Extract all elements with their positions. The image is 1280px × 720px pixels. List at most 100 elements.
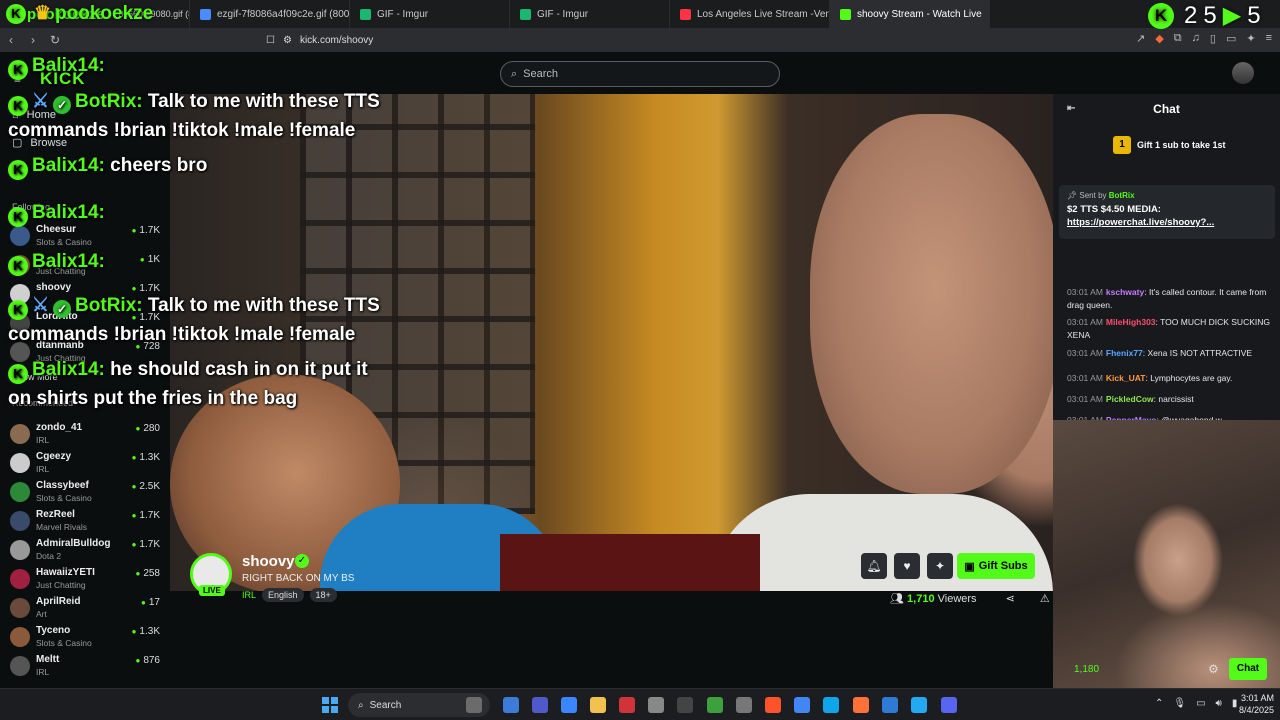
channel-category: Marvel Rivals [36,522,88,532]
media-icon[interactable]: ♫ [1192,32,1200,45]
browser-toolbar: ‹ › ↻ ☐ ⚙ kick.com/shoovy ↗ ◆ ⧉ ♫ ▯ ▭ ✦ … [0,28,1280,52]
sidebar-channel[interactable]: Classybeef Slots & Casino 2.5K [10,480,160,508]
channel-points[interactable]: 1,180 [1074,664,1099,675]
bookmark-icon[interactable]: ☐ [266,35,275,46]
browser-tab[interactable]: ezgif-7f8086a4f09c2e.gif (800×450) [190,0,350,28]
sidebar-channel[interactable]: shoovy 1.7K [10,282,160,310]
sidebar-channel[interactable]: Cheesur Slots & Casino 1.7K [10,224,160,252]
pinned-username[interactable]: BotRix [1109,191,1135,200]
sidebar-channel[interactable]: dtanmanb Just Chatting 728 [10,340,160,368]
streamer-face [810,114,1053,494]
brave-shield-icon[interactable]: ◆ [1155,32,1163,45]
store-icon[interactable] [619,697,635,713]
sidebar-item-home[interactable]: ⌂ Home [12,109,56,121]
teams-icon[interactable] [532,697,548,713]
terminal-icon[interactable] [677,697,693,713]
chevron-up-icon[interactable]: ⌃ [1155,698,1163,709]
chat-username[interactable]: PickledCow [1106,394,1154,404]
search-input[interactable]: ⌕ Search [500,61,780,87]
browser-tab[interactable]: GIF - Imgur [350,0,510,28]
volume-icon[interactable]: 🔊︎ [1216,698,1222,709]
mic-icon[interactable]: 🎙︎ [1173,698,1186,709]
site-info-icon[interactable]: ⚙ [283,35,292,46]
gift-leaderboard[interactable]: 1 Gift 1 sub to take 1st [1113,136,1226,154]
leo-icon[interactable]: ✦ [1246,32,1255,45]
tag-language[interactable]: English [262,588,304,602]
gift-subs-button[interactable]: ▣ Gift Subs [957,553,1035,579]
chat-username[interactable]: Fhenix77 [1106,348,1143,358]
widgets-icon[interactable] [466,697,482,713]
chat-username[interactable]: kschwaty [1106,287,1144,297]
discord-icon[interactable] [941,697,957,713]
sidebar-channel[interactable]: Meltt IRL 876 [10,654,160,682]
hamburger-icon[interactable]: ≡ [14,72,21,86]
collapse-chat-icon[interactable]: ⇤ [1067,103,1075,114]
category-link[interactable]: IRL [242,588,256,602]
discord-alt-icon[interactable] [736,697,752,713]
share-icon[interactable]: ⋖ [1006,593,1015,605]
settings-app-icon[interactable] [503,697,519,713]
chat-settings-icon[interactable]: ⚙ [1208,662,1219,676]
clock[interactable]: 3:01 AM 8/4/2025 [1232,693,1274,716]
firefox-icon[interactable] [853,697,869,713]
sidebar-channel[interactable]: HawaiizYETI Just Chatting 258 [10,567,160,595]
menu-icon[interactable]: ≡ [1266,32,1272,45]
sidebar-item-browse[interactable]: ▢ Browse [12,136,67,150]
follow-heart-button[interactable]: ♥ [894,553,920,579]
channel-avatar [10,627,30,647]
forward-icon[interactable]: › [22,33,44,47]
windows-start-icon[interactable] [322,697,338,713]
share-icon[interactable]: ↗ [1136,32,1145,45]
edge-icon[interactable] [823,697,839,713]
notification-bell-button[interactable]: 🔔︎ [861,553,887,579]
sidebar-channel[interactable]: Just Chatting 1K [10,253,160,281]
sidebar-toggle-icon[interactable]: ▯ [1210,32,1216,45]
channel-name: dtanmanb [36,340,84,351]
channel-name: Tyceno [36,625,71,636]
clock-app-icon[interactable] [648,697,664,713]
maps-icon[interactable] [707,697,723,713]
sidebar-channel[interactable]: AdmiralBulldog Dota 2 1.7K [10,538,160,566]
sent-by-label: Sent by [1079,191,1107,200]
wifi-icon[interactable]: ▭ [1196,698,1205,709]
chat-timestamp: 03:01 AM [1067,394,1103,404]
viewers-icon: 👥︎ [890,593,904,605]
vscode-icon[interactable] [911,697,927,713]
video-player[interactable] [170,94,1053,591]
sidebar-channel[interactable]: Cgeezy IRL 1.3K [10,451,160,479]
reload-icon[interactable]: ↻ [44,33,66,47]
address-bar[interactable]: ☐ ⚙ kick.com/shoovy [266,35,373,46]
user-avatar[interactable] [1232,62,1254,84]
show-more-link[interactable]: Show More [12,372,58,382]
sidebar-channel[interactable]: zondo_41 IRL 280 [10,422,160,450]
game-icon[interactable] [882,697,898,713]
chrome-icon[interactable] [794,697,810,713]
browser-tab[interactable]: GIF - Imgur [510,0,670,28]
channel-category: IRL [36,435,50,445]
sidebar-channel[interactable]: RezReel Marvel Rivals 1.7K [10,509,160,537]
play-icon: ▶ [1222,2,1242,29]
tab-label: Los Angeles Live Stream -Venice [697,8,830,20]
pinned-link[interactable]: https://powerchat.live/shoovy?... [1067,217,1267,230]
clock-time: 3:01 AM [1240,693,1274,703]
chat-username[interactable]: Kick_UAT [1106,373,1146,383]
back-icon[interactable]: ‹ [0,33,22,47]
extensions-icon[interactable]: ⧉ [1174,32,1182,45]
channel-name[interactable]: shoovy [242,553,295,570]
live-badge: LIVE [199,585,225,596]
browser-tab[interactable]: Los Angeles Live Stream -Venice [670,0,830,28]
report-icon[interactable]: ⚠ [1040,593,1050,605]
chat-send-button[interactable]: Chat [1229,658,1267,680]
sidebar-channel[interactable]: Tyceno Slots & Casino 1.3K [10,625,160,653]
brave-icon[interactable] [765,697,781,713]
clip-button[interactable]: ✦ [927,553,953,579]
explorer-icon[interactable] [590,697,606,713]
sidebar-channel[interactable]: LordHito 1.7K [10,311,160,339]
sidebar-channel[interactable]: AprilReid Art 17 [10,596,160,624]
tag-mature[interactable]: 18+ [309,588,337,602]
channel-category: IRL [36,667,50,677]
chat-username[interactable]: MileHigh303 [1106,317,1156,327]
remote-icon[interactable] [561,697,577,713]
browser-tab[interactable]: shoovy Stream - Watch Live✕ [830,0,990,28]
wallet-icon[interactable]: ▭ [1226,32,1236,45]
